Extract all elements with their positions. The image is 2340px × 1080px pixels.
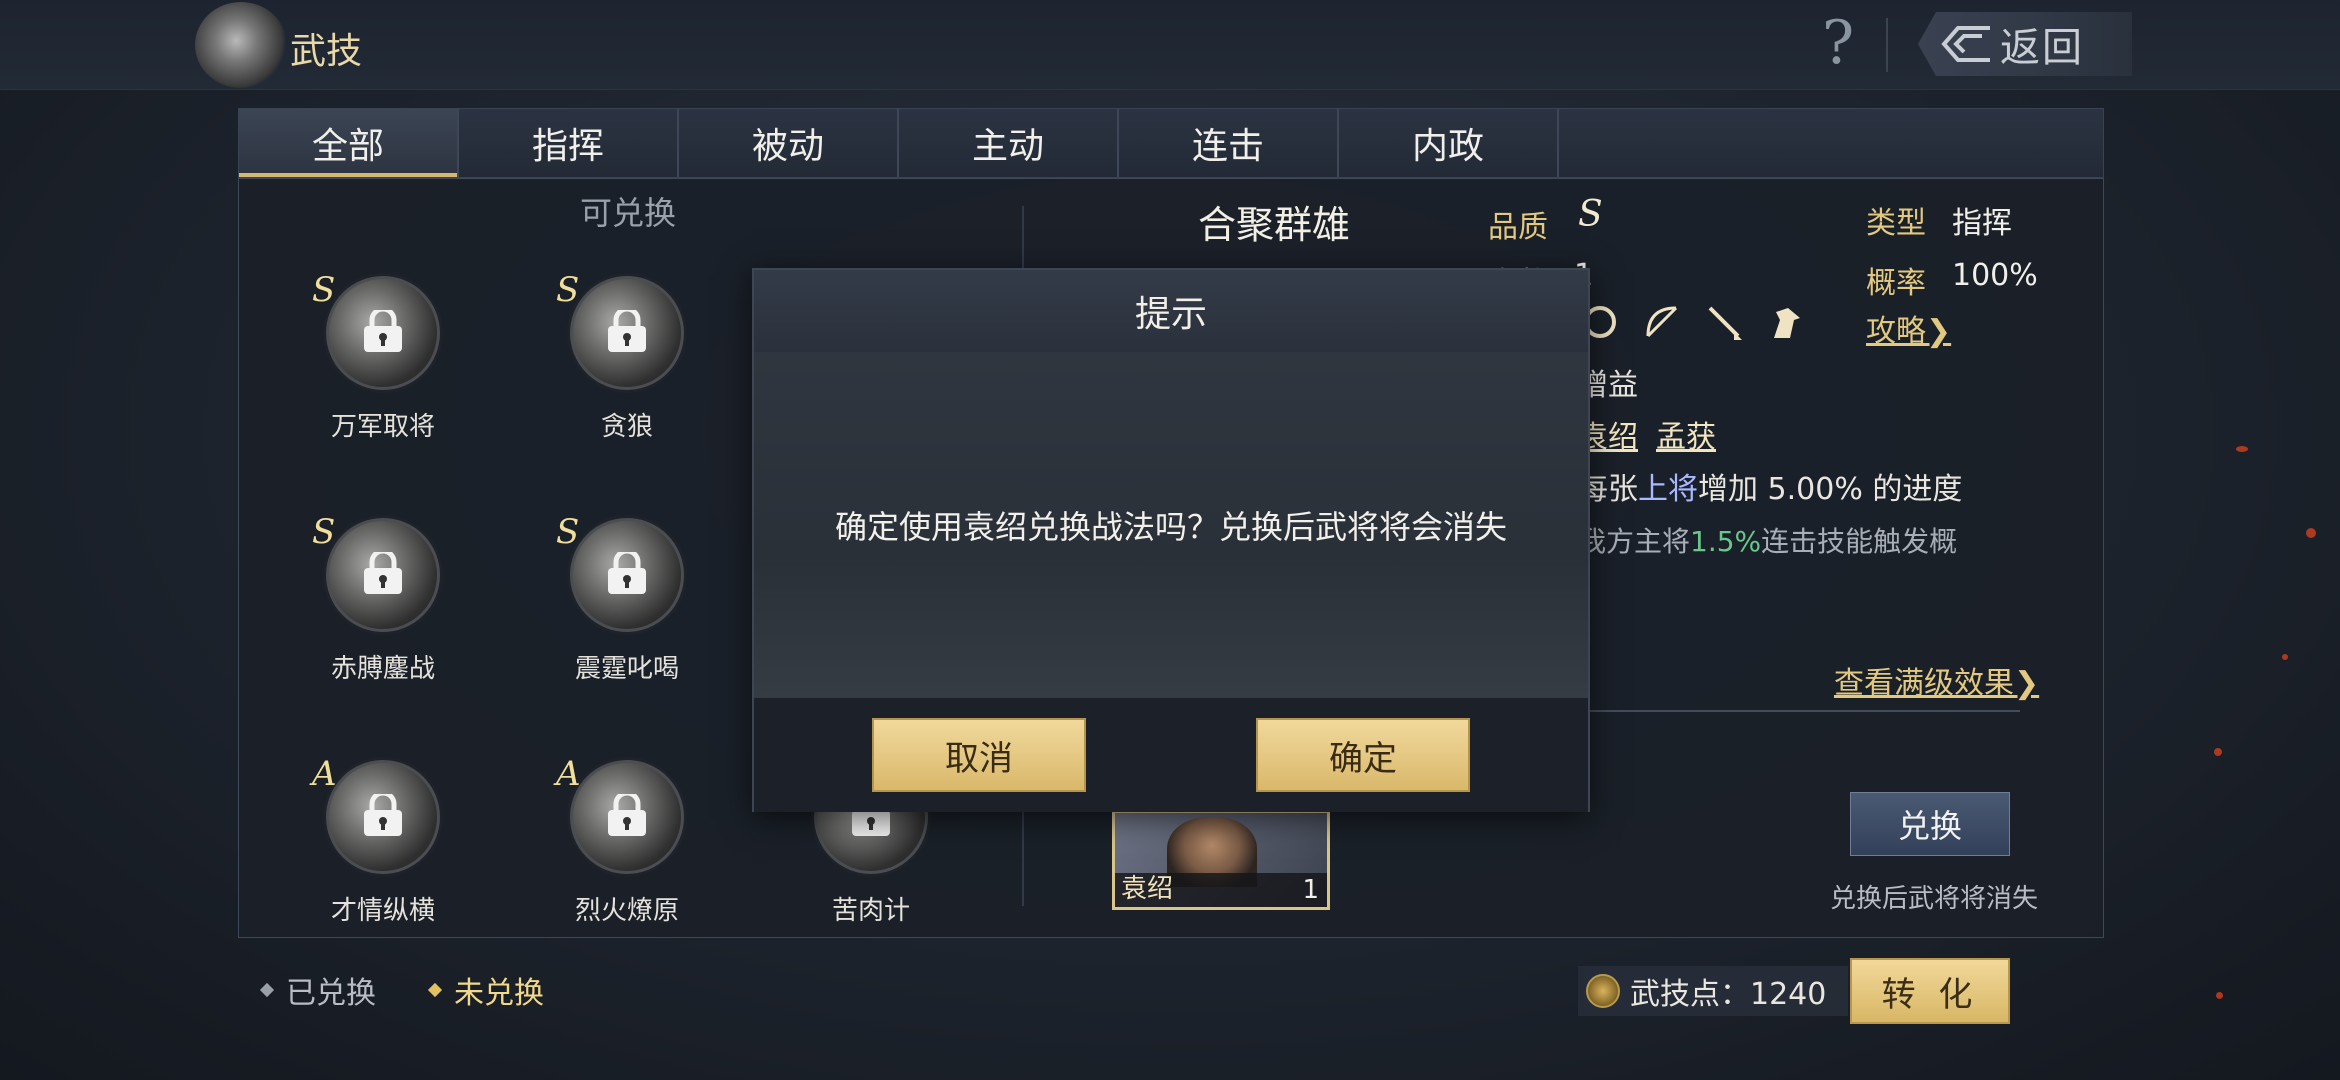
dialog-header: 提示 [754, 270, 1588, 352]
cancel-button[interactable]: 取消 [872, 718, 1086, 792]
confirm-dialog: 提示 确定使用袁绍兑换战法吗？兑换后武将将会消失 取消 确定 [752, 268, 1590, 812]
dialog-message: 确定使用袁绍兑换战法吗？兑换后武将将会消失 [834, 508, 1507, 546]
dialog-body: 确定使用袁绍兑换战法吗？兑换后武将将会消失 [754, 352, 1588, 698]
confirm-button[interactable]: 确定 [1256, 718, 1470, 792]
dialog-title: 提示 [1134, 294, 1207, 335]
